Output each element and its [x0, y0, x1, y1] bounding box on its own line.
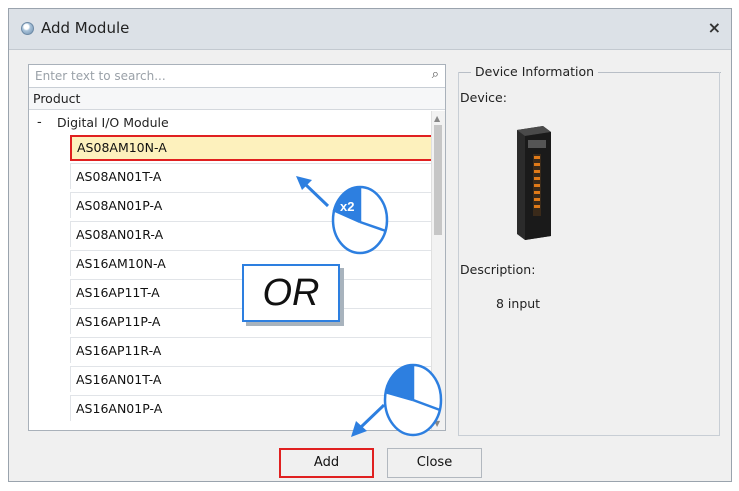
double-click-badge: x2 — [340, 199, 354, 214]
mouse-click-icon — [383, 363, 443, 437]
double-click-arrow-icon — [296, 176, 330, 208]
mouse-double-click-icon — [331, 185, 389, 255]
click-arrow-icon — [351, 403, 386, 437]
annotation-overlay: x2 — [296, 176, 443, 437]
